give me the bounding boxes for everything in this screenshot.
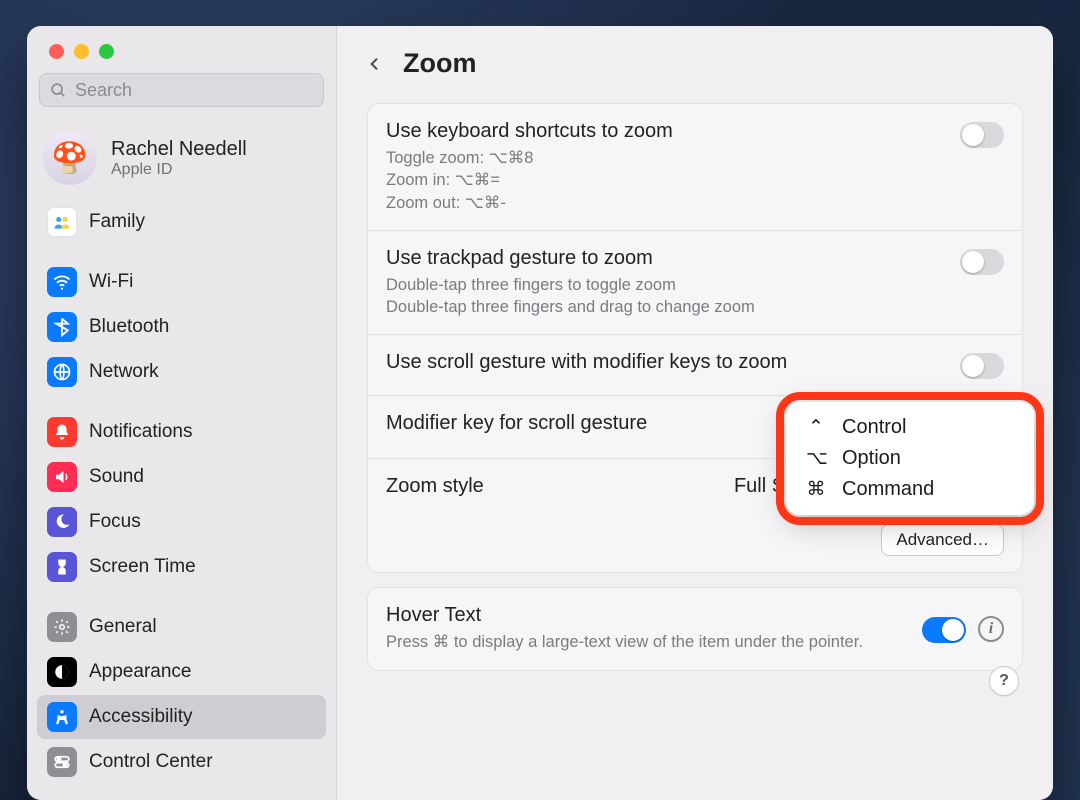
sidebar-item-label: Accessibility [89,706,192,728]
hover-text-info-button[interactable]: i [978,616,1004,642]
window-controls [27,26,336,73]
notifications-icon [47,417,77,447]
sidebar-item-wifi[interactable]: Wi-Fi [37,260,326,304]
sidebar-item-label: Family [89,211,145,233]
network-icon [47,357,77,387]
controlcenter-icon [47,747,77,777]
cell-keyboard-shortcuts: Use keyboard shortcuts to zoom Toggle zo… [368,104,1022,231]
close-window-button[interactable] [49,44,64,59]
sidebar-item-focus[interactable]: Focus [37,500,326,544]
option-key-icon: ⌥ [806,447,826,470]
accessibility-icon [47,702,77,732]
cell-trackpad-gesture: Use trackpad gesture to zoom Double-tap … [368,231,1022,336]
sidebar-item-label: Network [89,361,159,383]
sidebar: 🍄 Rachel Needell Apple ID Family Wi-Fi [27,26,337,800]
cell-title: Hover Text [386,604,910,627]
avatar-emoji: 🍄 [51,141,88,176]
command-key-icon: ⌘ [806,478,826,501]
sidebar-item-notifications[interactable]: Notifications [37,410,326,454]
main-pane: Zoom Use keyboard shortcuts to zoom Togg… [337,26,1053,800]
sidebar-item-family[interactable]: Family [37,200,326,244]
cell-title: Modifier key for scroll gesture [386,412,796,435]
titlebar: Zoom [337,26,1053,89]
sidebar-item-label: General [89,616,157,638]
sidebar-item-network[interactable]: Network [37,350,326,394]
search-field[interactable] [39,73,324,107]
cell-scroll-gesture: Use scroll gesture with modifier keys to… [368,335,1022,396]
hover-text-card: Hover Text Press ⌘ to display a large-te… [367,587,1023,670]
sidebar-item-sound[interactable]: Sound [37,455,326,499]
sidebar-item-label: Sound [89,466,144,488]
page-title: Zoom [403,48,477,79]
sidebar-item-label: Bluetooth [89,316,169,338]
sidebar-item-label: Screen Time [89,556,196,578]
sidebar-item-general[interactable]: General [37,605,326,649]
dropdown-option-option[interactable]: ⌥ Option [792,443,1028,474]
sidebar-scroll[interactable]: 🍄 Rachel Needell Apple ID Family Wi-Fi [27,117,336,792]
sidebar-item-bluetooth[interactable]: Bluetooth [37,305,326,349]
modifier-key-dropdown: ⌃ Control ⌥ Option ⌘ Command [786,402,1034,515]
wifi-icon [47,267,77,297]
sidebar-item-label: Control Center [89,751,213,773]
sidebar-item-label: Focus [89,511,141,533]
fullscreen-window-button[interactable] [99,44,114,59]
sidebar-item-label: Wi-Fi [89,271,133,293]
dropdown-option-control[interactable]: ⌃ Control [792,412,1028,443]
cell-desc: Double-tap three fingers to toggle zoom … [386,274,948,319]
cell-desc: Press ⌘ to display a large-text view of … [386,631,910,653]
cell-hover-text: Hover Text Press ⌘ to display a large-te… [368,588,1022,669]
screentime-icon [47,552,77,582]
toggle-hover-text[interactable] [922,617,966,643]
account-name: Rachel Needell [111,138,247,161]
help-icon: ? [999,672,1009,690]
dropdown-option-command[interactable]: ⌘ Command [792,474,1028,505]
control-key-icon: ⌃ [806,416,826,439]
sidebar-item-screentime[interactable]: Screen Time [37,545,326,589]
sidebar-item-label: Appearance [89,661,191,683]
search-icon [50,82,67,99]
settings-window: 🍄 Rachel Needell Apple ID Family Wi-Fi [27,26,1053,800]
dropdown-option-label: Control [842,416,906,439]
zoom-settings-card: Use keyboard shortcuts to zoom Toggle zo… [367,103,1023,573]
toggle-scroll-gesture[interactable] [960,353,1004,379]
dropdown-option-label: Command [842,478,934,501]
advanced-row: Advanced… [368,514,1022,572]
help-button-container: ? [989,666,1019,696]
sidebar-item-appearance[interactable]: Appearance [37,650,326,694]
cell-title: Use keyboard shortcuts to zoom [386,120,948,143]
apple-id-row[interactable]: 🍄 Rachel Needell Apple ID [33,121,330,199]
dropdown-menu: ⌃ Control ⌥ Option ⌘ Command [786,402,1034,515]
focus-icon [47,507,77,537]
toggle-keyboard-shortcuts[interactable] [960,122,1004,148]
sound-icon [47,462,77,492]
general-icon [47,612,77,642]
account-sub: Apple ID [111,161,247,179]
sidebar-item-label: Notifications [89,421,193,443]
back-button[interactable] [365,54,385,74]
search-input[interactable] [75,80,313,101]
toggle-trackpad-gesture[interactable] [960,249,1004,275]
minimize-window-button[interactable] [74,44,89,59]
cell-title: Use trackpad gesture to zoom [386,247,948,270]
help-button[interactable]: ? [989,666,1019,696]
sidebar-item-controlcenter[interactable]: Control Center [37,740,326,784]
chevron-left-icon [367,52,383,76]
dropdown-option-label: Option [842,447,901,470]
info-icon: i [989,620,993,638]
cell-desc: Toggle zoom: ⌥⌘8 Zoom in: ⌥⌘= Zoom out: … [386,147,948,214]
family-icon [47,207,77,237]
cell-title: Zoom style [386,475,722,498]
sidebar-item-siri[interactable]: Siri & Spotlight [37,785,326,792]
avatar: 🍄 [43,131,97,185]
cell-title: Use scroll gesture with modifier keys to… [386,351,948,374]
sidebar-item-accessibility[interactable]: Accessibility [37,695,326,739]
bluetooth-icon [47,312,77,342]
appearance-icon [47,657,77,687]
advanced-button[interactable]: Advanced… [881,524,1004,556]
